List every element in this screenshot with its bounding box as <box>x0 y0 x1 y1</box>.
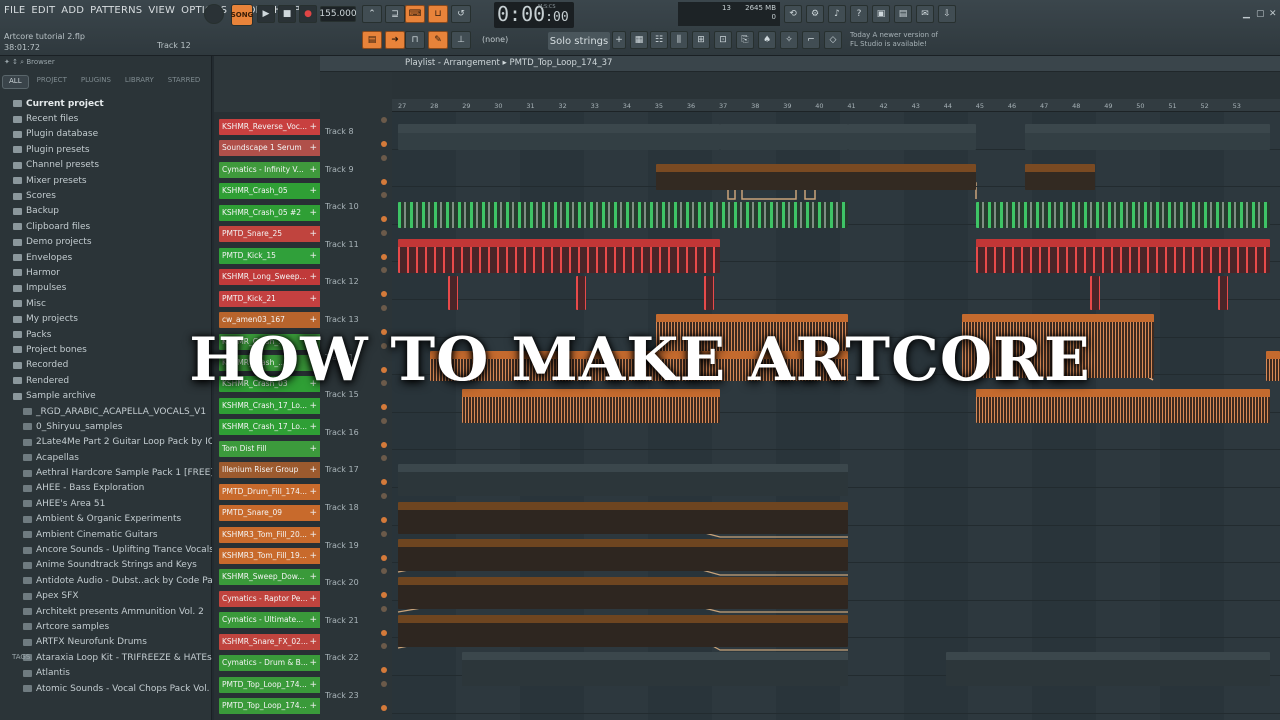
bar-number: 38 <box>751 102 760 110</box>
track-mute-dot[interactable] <box>381 517 387 523</box>
cello2-dynamics-clip[interactable]: Solo cello 2 - Dynamics <box>398 615 848 647</box>
track-select-dot[interactable] <box>381 493 387 499</box>
kick-clip[interactable] <box>704 276 714 310</box>
bar-number: 40 <box>815 102 824 110</box>
bar-number: 52 <box>1200 102 1209 110</box>
bar-number: 42 <box>879 102 888 110</box>
track-select-dot[interactable] <box>381 417 387 424</box>
track-select-dot[interactable] <box>381 681 387 687</box>
bar-number: 49 <box>1104 102 1113 110</box>
pads-clip[interactable]: Pads <box>720 124 848 150</box>
bar-number: 34 <box>622 102 631 110</box>
track-name[interactable]: Track 11 <box>325 240 359 249</box>
violin2-dynamics-clip[interactable]: Solo violin 2 - Dynamics <box>398 539 848 571</box>
crash-clip[interactable] <box>976 202 1270 228</box>
track-mute-dot[interactable] <box>381 441 387 448</box>
bar-number: 53 <box>1232 102 1241 110</box>
bar-number: 33 <box>590 102 599 110</box>
track-select-dot[interactable] <box>381 154 387 161</box>
bar-number: 47 <box>1040 102 1049 110</box>
track-name[interactable]: Track 20 <box>325 578 359 587</box>
balance-automation-clip[interactable]: Balance - Pads - Volume <box>656 164 976 190</box>
bar-number: 28 <box>430 102 439 110</box>
bar-number: 36 <box>686 102 696 110</box>
clip-label: Balance - Pads - Volume <box>659 172 737 173</box>
track-name[interactable]: Track 19 <box>325 541 359 550</box>
bar-number: 30 <box>494 102 503 110</box>
track-name[interactable]: Track 23 <box>325 691 359 700</box>
snare-clip[interactable] <box>976 239 1270 273</box>
clip-label: Pads <box>851 124 867 132</box>
bar-number: 44 <box>943 102 952 110</box>
track-mute-dot[interactable] <box>381 141 387 147</box>
track-mute-dot[interactable] <box>381 629 387 636</box>
bar-number: 41 <box>847 102 856 110</box>
track-name[interactable]: Track 13 <box>325 315 359 324</box>
bar-number: 45 <box>975 102 985 110</box>
snare-clip[interactable] <box>398 239 720 273</box>
bar-number: 48 <box>1072 102 1081 110</box>
bar-number: 35 <box>654 102 664 110</box>
balance-automation-clip[interactable]: Balan... - Volume <box>1025 164 1095 190</box>
clip-label: Autoharp <box>465 652 495 659</box>
track-select-dot[interactable] <box>381 305 387 311</box>
track-select-dot[interactable] <box>381 117 387 123</box>
bar-number: 50 <box>1136 102 1145 110</box>
track-select-dot[interactable] <box>381 530 387 537</box>
pads-clip[interactable]: Pads <box>398 124 720 150</box>
clip-label: Balan... - Volume <box>1028 172 1083 173</box>
video-title-overlay: HOW TO MAKE ARTCORE <box>189 325 1091 395</box>
autoharp-clip[interactable]: Autoharp <box>462 652 848 686</box>
track-name[interactable]: Track 8 <box>325 127 354 136</box>
track-name[interactable]: Track 21 <box>325 616 359 625</box>
track-mute-dot[interactable] <box>381 178 387 185</box>
bar-number: 46 <box>1007 102 1017 110</box>
clip-label: EFB1_Woosh_1 #2 <box>659 322 719 323</box>
clip-label: Solo cello 1 - Dynamics <box>401 585 477 586</box>
bar-number: 51 <box>1168 102 1177 110</box>
bar-number: 39 <box>783 102 792 110</box>
track-mute-dot[interactable] <box>381 705 387 711</box>
clip-label: Pads <box>401 124 417 132</box>
track-name[interactable]: Track 17 <box>325 465 359 474</box>
track-name[interactable]: Track 10 <box>325 202 359 211</box>
pads-clip[interactable]: Pads <box>848 124 976 150</box>
solo-strings-clip[interactable]: Solo strings <box>398 464 848 496</box>
clip-label: Autoharp <box>949 652 979 659</box>
kick-clip[interactable] <box>1218 276 1228 310</box>
bar-number: 43 <box>911 102 920 110</box>
track-select-dot[interactable] <box>381 229 387 236</box>
track-mute-dot[interactable] <box>381 554 387 561</box>
clip-label: Pads <box>723 124 739 132</box>
clip-label: Solo strings <box>401 464 439 471</box>
bar-number: 31 <box>526 102 535 110</box>
bar-number: 29 <box>462 102 471 110</box>
track-select-dot[interactable] <box>381 605 387 612</box>
clip-label: Solo violin 1 - Dynamics <box>401 510 479 511</box>
bar-number: 37 <box>719 102 728 110</box>
clip-label: EFB1_Woosh_1 #2 <box>965 322 1025 323</box>
fl-studio-window: FILEEDITADDPATTERNSVIEWOPTIONSTOOLSHELP … <box>0 0 1280 720</box>
autoharp-clip[interactable]: Autoharp <box>946 652 1270 686</box>
kick-clip[interactable] <box>576 276 586 310</box>
clip-label: Solo cello 2 - Dynamics <box>401 623 477 624</box>
track-name[interactable]: Track 9 <box>325 165 354 174</box>
cello1-dynamics-clip[interactable]: Solo cello 1 - Dynamics <box>398 577 848 609</box>
track-name[interactable]: Track 22 <box>325 653 359 662</box>
violin1-dynamics-clip[interactable]: Solo violin 1 - Dynamics <box>398 502 848 534</box>
crash-clip[interactable] <box>398 202 848 228</box>
track-name[interactable]: Track 12 <box>325 277 359 286</box>
pads-clip[interactable]: Pads <box>1025 124 1270 150</box>
clip-label: Pads <box>1028 124 1044 132</box>
bar-number: 32 <box>558 102 567 110</box>
bar-number: 27 <box>398 102 407 110</box>
track-name[interactable]: Track 16 <box>325 428 359 437</box>
track-mute-dot[interactable] <box>381 253 387 260</box>
track-name[interactable]: Track 18 <box>325 503 359 512</box>
kick-clip[interactable] <box>448 276 458 310</box>
kick-clip[interactable] <box>1090 276 1100 310</box>
clip-label: Solo violin 2 - Dynamics <box>401 547 479 548</box>
